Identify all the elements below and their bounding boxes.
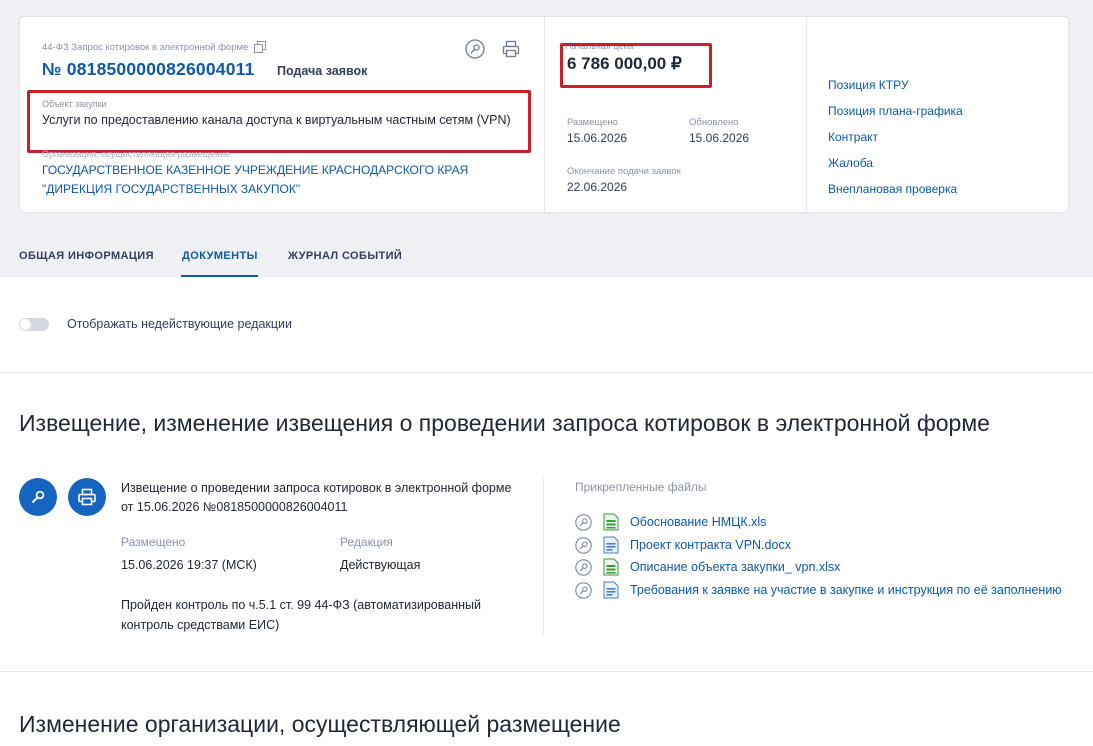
divider xyxy=(0,372,1093,373)
posted-label: Размещено xyxy=(567,117,618,128)
file-xls-icon xyxy=(603,513,619,531)
key-icon xyxy=(31,490,45,504)
tab-documents[interactable]: ДОКУМЕНТЫ xyxy=(182,250,258,262)
active-tab-indicator xyxy=(181,275,258,277)
file-item: Проект контракта VPN.docx xyxy=(575,535,791,555)
updated-value: 15.06.2026 xyxy=(689,131,750,145)
file-link[interactable]: Требования к заявке на участие в закупке… xyxy=(630,583,1062,597)
doc-posted-value: 15.06.2026 19:37 (МСК) xyxy=(121,558,257,572)
file-link[interactable]: Описание объекта закупки_ vpn.xlsx xyxy=(630,560,840,574)
column-divider xyxy=(806,17,807,212)
vertical-divider xyxy=(543,478,544,635)
tab-general-info[interactable]: ОБЩАЯ ИНФОРМАЦИЯ xyxy=(19,250,154,262)
section-title-notices: Извещение, изменение извещения о проведе… xyxy=(19,410,990,436)
link-unscheduled-check[interactable]: Внеплановая проверка xyxy=(828,182,957,196)
file-docx-icon xyxy=(603,581,619,599)
key-icon[interactable] xyxy=(575,558,592,576)
link-complaint[interactable]: Жалоба xyxy=(828,156,873,170)
key-icon[interactable] xyxy=(465,39,485,59)
customer-link[interactable]: ГОСУДАРСТВЕННОЕ КАЗЕННОЕ УЧРЕЖДЕНИЕ КРАС… xyxy=(42,161,502,199)
inactive-editions-label: Отображать недействующие редакции xyxy=(67,317,293,331)
file-docx-icon xyxy=(603,536,619,554)
key-icon[interactable] xyxy=(575,581,592,599)
header-area: 44-ФЗ Запрос котировок в электронной фор… xyxy=(0,0,1093,277)
procurement-stage: Подача заявок xyxy=(277,64,368,78)
posted-value: 15.06.2026 xyxy=(567,131,628,145)
deadline-label: Окончание подачи заявок xyxy=(567,166,681,177)
link-ktru-position[interactable]: Позиция КТРУ xyxy=(828,78,908,92)
view-doc-button[interactable] xyxy=(19,478,57,516)
file-link[interactable]: Проект контракта VPN.docx xyxy=(630,538,791,552)
file-xls-icon xyxy=(603,558,619,576)
key-icon[interactable] xyxy=(575,536,592,554)
divider xyxy=(0,671,1093,672)
law-label-text: 44-ФЗ Запрос котировок в электронной фор… xyxy=(42,41,249,53)
file-item: Описание объекта закупки_ vpn.xlsx xyxy=(575,557,840,577)
key-icon[interactable] xyxy=(575,513,592,531)
printer-icon[interactable] xyxy=(501,39,521,59)
notice-document-title: Извещение о проведении запроса котировок… xyxy=(121,481,512,514)
tab-event-log[interactable]: ЖУРНАЛ СОБЫТИЙ xyxy=(288,250,402,262)
highlight-box-price xyxy=(560,43,712,88)
file-item: Обоснование НМЦК.xls xyxy=(575,512,766,532)
column-divider xyxy=(544,17,545,212)
printer-icon xyxy=(78,488,96,506)
highlight-box-object xyxy=(27,90,531,153)
copy-icon[interactable] xyxy=(254,41,267,53)
purchase-card: 44-ФЗ Запрос котировок в электронной фор… xyxy=(19,16,1069,213)
link-contract[interactable]: Контракт xyxy=(828,130,878,144)
inactive-editions-toggle[interactable] xyxy=(19,318,49,331)
customer-label: Организация, осуществляющая размещение xyxy=(42,149,230,159)
file-link[interactable]: Обоснование НМЦК.xls xyxy=(630,515,766,529)
control-status: Пройден контроль по ч.5.1 ст. 99 44-ФЗ (… xyxy=(121,598,481,632)
deadline-value: 22.06.2026 xyxy=(567,180,628,194)
attached-files-label: Прикрепленные файлы xyxy=(575,480,707,494)
updated-label: Обновлено xyxy=(689,117,739,128)
registry-number[interactable]: № 0818500000826004011 xyxy=(42,59,255,80)
file-item: Требования к заявке на участие в закупке… xyxy=(575,580,1062,600)
doc-posted-label: Размещено xyxy=(121,535,186,549)
law-label: 44-ФЗ Запрос котировок в электронной фор… xyxy=(42,41,267,53)
print-doc-button[interactable] xyxy=(68,478,106,516)
link-plan-schedule[interactable]: Позиция плана-графика xyxy=(828,104,963,118)
doc-edition-value: Действующая xyxy=(340,558,421,572)
doc-edition-label: Редакция xyxy=(340,535,393,549)
section-title-org-change: Изменение организации, осуществляющей ра… xyxy=(19,711,621,737)
